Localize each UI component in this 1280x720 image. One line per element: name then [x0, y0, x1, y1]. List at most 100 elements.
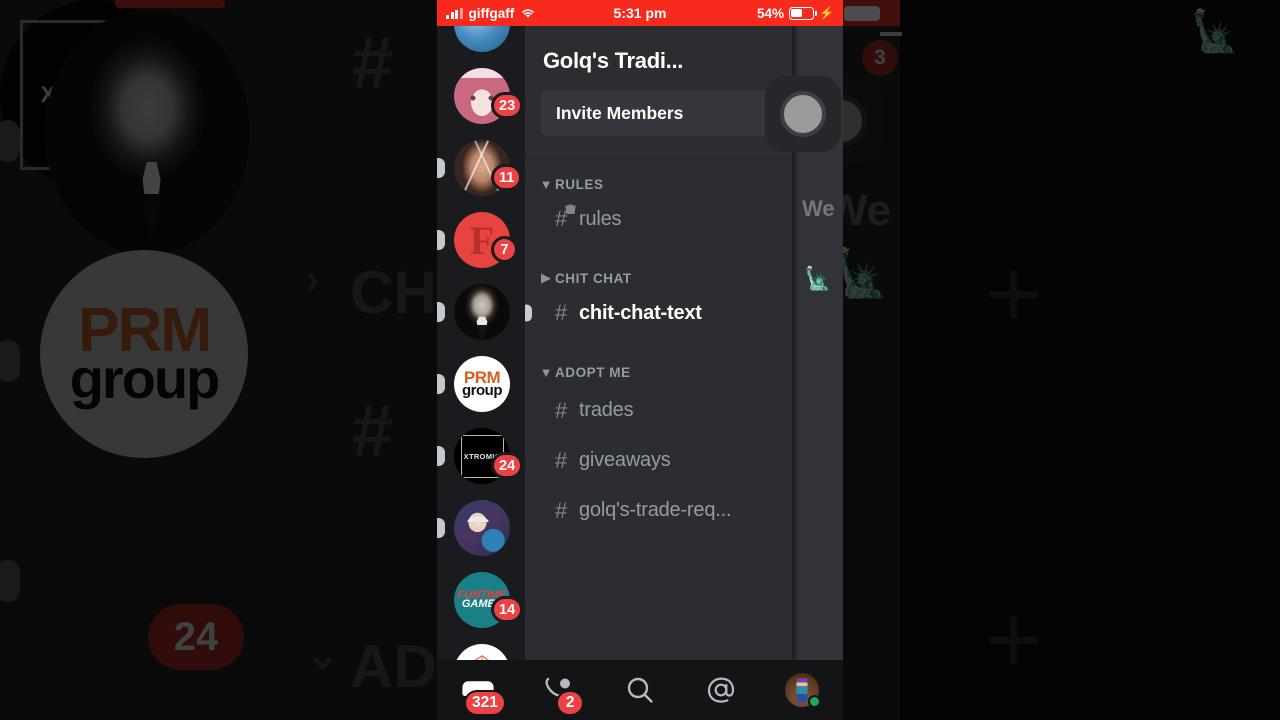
server-title: Golq's Tradi... [543, 48, 684, 73]
chevron-down-icon[interactable]: ▼ [537, 177, 555, 192]
bg-panel-2 [1140, 0, 1280, 720]
server-item[interactable] [437, 26, 525, 60]
bg-plus-icon: + [985, 238, 1043, 348]
carrier-label: giffgaff [468, 5, 515, 21]
server-badge: 23 [491, 92, 524, 119]
nav-messages-tab[interactable]: 2 [518, 660, 599, 720]
bg-emoji-icon: 🗽 [840, 247, 890, 299]
server-badge: 14 [491, 596, 524, 623]
server-badge: 24 [491, 452, 524, 479]
wifi-icon [522, 9, 535, 18]
d20-dice-icon [474, 655, 490, 660]
screenshot-stage: PRM group XTROMIC 24 # › CH # ⌄ AD 3 [0, 0, 1280, 720]
bg-status-bar-fragment [115, 0, 225, 8]
server-item[interactable]: 11 [437, 132, 525, 204]
bg-plus-icon: + [985, 584, 1043, 694]
hash-icon: # [555, 447, 568, 473]
chevron-right-icon[interactable]: ▶ [537, 270, 555, 286]
hash-icon: # [555, 497, 568, 523]
unread-indicator [437, 302, 445, 322]
nav-profile-tab[interactable] [762, 660, 843, 720]
server-rail[interactable]: 23 11 F 7 PRM group XTROMIC 24 FUNTIME G… [437, 26, 525, 660]
prm-label-bottom: group [462, 381, 503, 399]
bg-status-bar-fragment [840, 0, 900, 26]
background-left: PRM group XTROMIC 24 # › CH # ⌄ AD [0, 0, 440, 720]
bg-hash-icon: # [352, 389, 394, 472]
hash-lock-icon: # [555, 206, 579, 232]
server-badge: 7 [491, 236, 518, 263]
bg-chit-chat-label: CH [350, 259, 437, 326]
bg-unread-pill [0, 120, 20, 162]
bg-unread-pill [0, 560, 20, 602]
bg-portrait-avatar [45, 10, 250, 255]
bg-prm-avatar: PRM group [40, 250, 248, 458]
bg-emoji-icon: 🗽 [1190, 10, 1240, 54]
hash-icon: # [555, 300, 568, 326]
nav-badge: 321 [464, 690, 506, 716]
unread-indicator [525, 304, 532, 322]
unread-indicator [437, 374, 445, 394]
nav-badge: 2 [556, 690, 585, 716]
server-item[interactable] [437, 492, 525, 564]
server-item[interactable]: PRM group [437, 348, 525, 420]
assistive-touch-icon[interactable] [765, 76, 841, 152]
hash-icon: # [555, 397, 568, 423]
server-rail-scroll[interactable]: 23 11 F 7 PRM group XTROMIC 24 FUNTIME G… [437, 26, 525, 660]
chat-welcome-text: We [802, 196, 835, 221]
server-item[interactable]: 23 [437, 60, 525, 132]
bg-welcome-text: We [840, 186, 892, 235]
bg-prm-bottom: group [69, 347, 221, 411]
at-mention-icon [708, 677, 735, 703]
online-status-indicator [808, 695, 822, 708]
invite-members-label: Invite Members [556, 102, 684, 123]
server-avatar-scientist[interactable] [454, 500, 510, 556]
server-avatar-prm[interactable]: PRM group [454, 356, 510, 412]
server-avatar-d20[interactable] [454, 644, 510, 660]
nav-servers-tab[interactable]: 321 [437, 660, 518, 720]
bg-badge-3: 3 [862, 40, 898, 76]
bg-adopt-me-label: AD [350, 633, 437, 700]
channel-label: golq's-trade-req... [579, 499, 732, 522]
unread-indicator [437, 518, 445, 538]
bg-avatar-fragment [880, 32, 902, 36]
server-item[interactable] [437, 636, 525, 660]
server-avatar-earth[interactable] [454, 26, 510, 52]
lightning-bolt-icon: ⚡ [819, 6, 834, 20]
chevron-down-icon[interactable]: ▼ [537, 365, 555, 380]
bg-chevron-right-icon: › [306, 258, 320, 302]
unread-indicator [437, 158, 445, 178]
nav-mentions-tab[interactable] [681, 660, 762, 720]
bg-assistive-touch-icon [840, 78, 884, 164]
avatar-character [796, 678, 808, 702]
server-avatar-portrait[interactable] [454, 284, 510, 340]
channel-label: giveaways [579, 449, 671, 472]
emoji-icon: 🗽 [804, 266, 832, 291]
channel-label: rules [579, 207, 622, 230]
category-label: ADOPT ME [555, 364, 631, 380]
bottom-nav: 321 2 [437, 660, 843, 720]
channel-label: trades [579, 399, 634, 422]
channel-label: chit-chat-text [579, 301, 702, 324]
bg-hash-icon: # [352, 21, 394, 104]
search-icon [627, 677, 653, 703]
user-avatar-icon[interactable] [785, 673, 822, 708]
bg-chevron-down-icon: ⌄ [306, 633, 340, 677]
background-right: 3 We 🗽 🗽 + + [840, 0, 1280, 720]
server-item[interactable]: F 7 [437, 204, 525, 276]
server-item[interactable]: XTROMIC 24 [437, 420, 525, 492]
server-badge: 11 [491, 164, 523, 191]
server-item[interactable]: FUNTIME GAMES 14 [437, 564, 525, 636]
bg-unread-pill [0, 340, 20, 382]
category-label: RULES [555, 176, 604, 192]
server-item[interactable] [437, 276, 525, 348]
bg-battery-icon [844, 6, 880, 21]
bg-badge-24: 24 [148, 604, 244, 670]
category-label: CHIT CHAT [555, 270, 632, 286]
battery-percent-label: 54% [757, 5, 785, 21]
signal-bars-icon [446, 7, 463, 19]
status-bar: giffgaff 5:31 pm 54% ⚡ [437, 0, 843, 26]
battery-icon [789, 6, 817, 20]
unread-indicator [437, 230, 445, 250]
nav-search-tab[interactable] [599, 660, 680, 720]
unread-indicator [437, 446, 445, 466]
